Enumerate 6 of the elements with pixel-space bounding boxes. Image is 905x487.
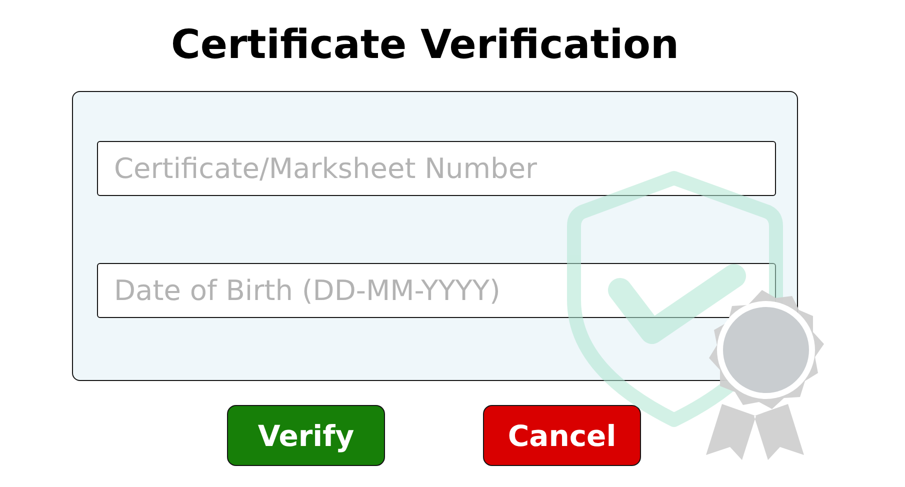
cancel-button[interactable]: Cancel	[483, 405, 641, 466]
input-field[interactable]: Date of Birth (DD-MM-YYYY)	[97, 263, 776, 318]
verify-button[interactable]: Verify	[227, 405, 385, 466]
input-field[interactable]: Certificate/Marksheet Number	[97, 141, 776, 196]
page-title: Certificate Verification	[170, 22, 680, 68]
award-badge-icon	[706, 290, 824, 460]
